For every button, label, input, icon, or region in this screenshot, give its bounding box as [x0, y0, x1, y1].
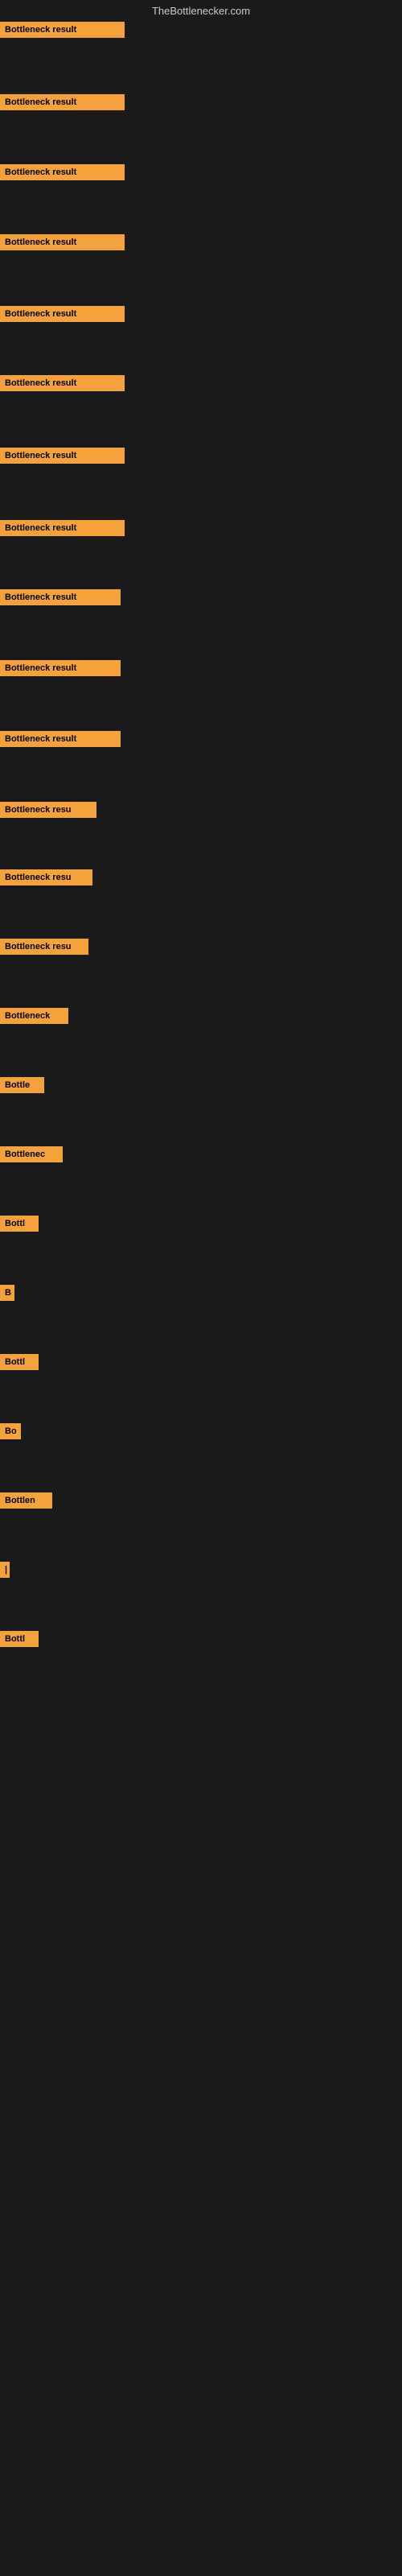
bottleneck-row-12: Bottleneck resu	[0, 802, 96, 822]
bottleneck-row-9: Bottleneck result	[0, 589, 121, 609]
bottleneck-row-10: Bottleneck result	[0, 660, 121, 680]
bottleneck-row-2: Bottleneck result	[0, 94, 125, 114]
bottleneck-bar-24[interactable]: Bottl	[0, 1631, 39, 1647]
bottleneck-row-19: B	[0, 1285, 14, 1305]
bottleneck-bar-13[interactable]: Bottleneck resu	[0, 869, 92, 886]
bottleneck-bar-21[interactable]: Bo	[0, 1423, 21, 1439]
bottleneck-bar-18[interactable]: Bottl	[0, 1216, 39, 1232]
bottleneck-row-24: Bottl	[0, 1631, 39, 1651]
bottleneck-row-20: Bottl	[0, 1354, 39, 1374]
bottleneck-bar-12[interactable]: Bottleneck resu	[0, 802, 96, 818]
bottleneck-bar-3[interactable]: Bottleneck result	[0, 164, 125, 180]
bottleneck-bar-14[interactable]: Bottleneck resu	[0, 939, 88, 955]
bottleneck-bar-15[interactable]: Bottleneck	[0, 1008, 68, 1024]
bottleneck-bar-17[interactable]: Bottlenec	[0, 1146, 63, 1162]
bottleneck-row-14: Bottleneck resu	[0, 939, 88, 959]
bottleneck-row-4: Bottleneck result	[0, 234, 125, 254]
site-title: TheBottlenecker.com	[0, 0, 402, 22]
bottleneck-bar-8[interactable]: Bottleneck result	[0, 520, 125, 536]
bottleneck-row-23: |	[0, 1562, 10, 1582]
bottleneck-bar-4[interactable]: Bottleneck result	[0, 234, 125, 250]
bottleneck-bar-22[interactable]: Bottlen	[0, 1492, 52, 1509]
bottleneck-row-16: Bottle	[0, 1077, 44, 1097]
bottleneck-row-15: Bottleneck	[0, 1008, 68, 1028]
bottleneck-row-7: Bottleneck result	[0, 448, 125, 468]
bottleneck-row-18: Bottl	[0, 1216, 39, 1236]
bottleneck-bar-23[interactable]: |	[0, 1562, 10, 1578]
bottleneck-bar-11[interactable]: Bottleneck result	[0, 731, 121, 747]
bottleneck-bar-7[interactable]: Bottleneck result	[0, 448, 125, 464]
bottleneck-row-17: Bottlenec	[0, 1146, 63, 1166]
bottleneck-row-22: Bottlen	[0, 1492, 52, 1513]
bottleneck-bar-16[interactable]: Bottle	[0, 1077, 44, 1093]
bottleneck-bar-6[interactable]: Bottleneck result	[0, 375, 125, 391]
bottleneck-row-21: Bo	[0, 1423, 21, 1443]
bottleneck-row-11: Bottleneck result	[0, 731, 121, 751]
bottleneck-row-5: Bottleneck result	[0, 306, 125, 326]
bottleneck-row-1: Bottleneck result	[0, 22, 125, 42]
bottleneck-bar-5[interactable]: Bottleneck result	[0, 306, 125, 322]
bottleneck-row-13: Bottleneck resu	[0, 869, 92, 890]
bottleneck-bar-10[interactable]: Bottleneck result	[0, 660, 121, 676]
bottleneck-row-8: Bottleneck result	[0, 520, 125, 540]
bottleneck-row-6: Bottleneck result	[0, 375, 125, 395]
bottleneck-bar-20[interactable]: Bottl	[0, 1354, 39, 1370]
bottleneck-bar-9[interactable]: Bottleneck result	[0, 589, 121, 605]
bottleneck-bar-2[interactable]: Bottleneck result	[0, 94, 125, 110]
bottleneck-row-3: Bottleneck result	[0, 164, 125, 184]
bottleneck-bar-19[interactable]: B	[0, 1285, 14, 1301]
bottleneck-bar-1[interactable]: Bottleneck result	[0, 22, 125, 38]
